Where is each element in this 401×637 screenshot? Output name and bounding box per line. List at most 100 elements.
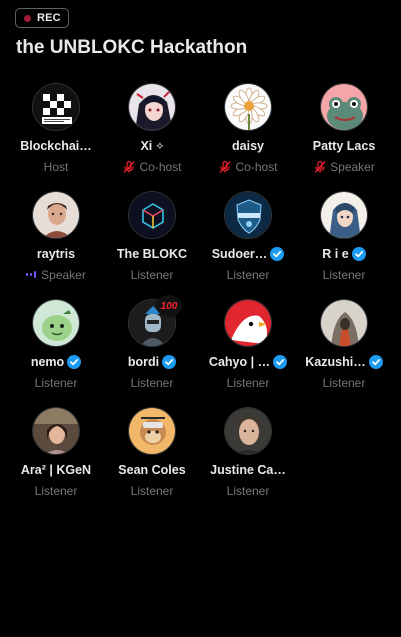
participant-role: Listener — [130, 483, 174, 498]
participant-name-row: The BLOKC — [117, 246, 187, 262]
participant-role: Co-host — [139, 159, 182, 174]
participant[interactable]: Ara² | KGeN Listener — [8, 407, 104, 515]
participant-role-row: Host — [44, 159, 69, 174]
participant[interactable]: Kazushi… Listener — [296, 299, 392, 407]
recording-label: REC — [37, 12, 61, 24]
hundred-points-emoji-icon: 100 — [156, 295, 182, 317]
avatar[interactable] — [32, 83, 80, 131]
participant-role: Listener — [322, 375, 366, 390]
participant-role-row: Listener — [323, 267, 366, 282]
avatar[interactable] — [32, 299, 80, 347]
participant[interactable]: The BLOKC Listener — [104, 191, 200, 299]
participant[interactable]: 100 bordi Listener — [104, 295, 200, 407]
avatar-wrapper — [320, 191, 368, 239]
participant-name: Patty Lacs — [312, 139, 376, 153]
mic-off-icon — [218, 160, 232, 174]
participant-role: Listener — [34, 375, 78, 390]
avatar[interactable] — [32, 191, 80, 239]
recording-badge: REC — [15, 8, 69, 28]
mic-off-icon — [122, 160, 136, 174]
participant-role: Listener — [130, 375, 174, 390]
participant-role: Listener — [34, 483, 78, 498]
participant-name-row: raytris — [37, 246, 75, 262]
participant[interactable]: Xi ⟡ Co-host — [104, 83, 200, 191]
avatar[interactable] — [224, 299, 272, 347]
avatar-wrapper: 100 — [128, 295, 182, 347]
participant-name-row: daisy — [232, 138, 264, 154]
verified-badge-icon — [368, 355, 383, 369]
participant-name: R i e — [322, 247, 349, 261]
participant-role-row: Speaker — [26, 267, 86, 282]
participant-role-row: Speaker — [313, 159, 375, 174]
avatar-wrapper — [32, 299, 80, 347]
participant-name-row: Sean Coles — [118, 462, 185, 478]
participant-role: Listener — [226, 375, 270, 390]
participant-name: Ara² | KGeN — [20, 463, 92, 477]
avatar-wrapper — [224, 191, 272, 239]
participant-role-row: Listener — [131, 375, 174, 390]
avatar[interactable] — [128, 407, 176, 455]
avatar-wrapper — [128, 191, 176, 239]
avatar[interactable] — [224, 83, 272, 131]
participant-name: Blockchai… — [20, 139, 92, 153]
participant-name: bordi — [127, 355, 160, 369]
avatar-wrapper — [224, 407, 272, 455]
verified-badge-icon — [162, 355, 177, 369]
participant-name: nemo — [30, 355, 65, 369]
participant[interactable]: Cahyo | … Listener — [200, 299, 296, 407]
participant-name-row: bordi — [127, 354, 177, 370]
participant-role: Host — [43, 159, 69, 174]
participant-name: Xi — [140, 139, 153, 153]
participant-name: Kazushi… — [305, 355, 366, 369]
participant[interactable]: raytris Speaker — [8, 191, 104, 299]
participant[interactable]: Sudoer… Listener — [200, 191, 296, 299]
avatar[interactable] — [224, 407, 272, 455]
participant[interactable]: Justine Ca… Listener — [200, 407, 296, 515]
verified-badge-icon — [67, 355, 82, 369]
avatar[interactable] — [320, 191, 368, 239]
avatar-wrapper — [128, 407, 176, 455]
avatar[interactable] — [32, 407, 80, 455]
participant-role-row: Co-host — [122, 159, 182, 174]
participant-name-row: Xi ⟡ — [140, 138, 163, 154]
avatar[interactable] — [320, 83, 368, 131]
participant-name: Sean Coles — [118, 463, 186, 477]
participant[interactable]: Blockchai… Host — [8, 83, 104, 191]
participant-role: Listener — [322, 267, 366, 282]
participant-name: Sudoer… — [211, 247, 268, 261]
participant-role: Speaker — [41, 267, 86, 282]
participant-role-row: Listener — [131, 483, 174, 498]
record-dot-icon — [24, 14, 31, 22]
participant-name-row: Kazushi… — [305, 354, 383, 370]
participant-role: Co-host — [235, 159, 278, 174]
participant-role-row: Listener — [227, 375, 270, 390]
participant-role-row: Listener — [35, 375, 78, 390]
participant-name-row: Cahyo | … — [208, 354, 288, 370]
avatar-wrapper — [128, 83, 176, 131]
participant-role-row: Listener — [323, 375, 366, 390]
participant-role: Listener — [226, 267, 270, 282]
name-symbol-icon: ⟡ — [156, 139, 164, 152]
participant-name-row: Patty Lacs — [313, 138, 376, 154]
participant-role-row: Listener — [227, 483, 270, 498]
participant-name-row: Ara² | KGeN — [21, 462, 91, 478]
avatar[interactable] — [320, 299, 368, 347]
participant-name: raytris — [36, 247, 76, 261]
participant[interactable]: Sean Coles Listener — [104, 407, 200, 515]
participant-name-row: Sudoer… — [212, 246, 285, 262]
avatar-wrapper — [32, 407, 80, 455]
participant-role-row: Listener — [131, 267, 174, 282]
participant[interactable]: daisy Co-host — [200, 83, 296, 191]
participant[interactable]: nemo Listener — [8, 299, 104, 407]
participant[interactable]: R i e Listener — [296, 191, 392, 299]
avatar[interactable] — [224, 191, 272, 239]
participant-name: Cahyo | … — [208, 355, 271, 369]
verified-badge-icon — [270, 247, 285, 261]
avatar[interactable] — [128, 191, 176, 239]
participant-name-row: R i e — [322, 246, 366, 262]
participants-grid: Blockchai… Host Xi ⟡ Co-host daisy Co-host… — [8, 83, 392, 515]
avatar-wrapper — [32, 83, 80, 131]
participant[interactable]: Patty Lacs Speaker — [296, 83, 392, 191]
participant-role: Speaker — [330, 159, 375, 174]
avatar[interactable] — [128, 83, 176, 131]
